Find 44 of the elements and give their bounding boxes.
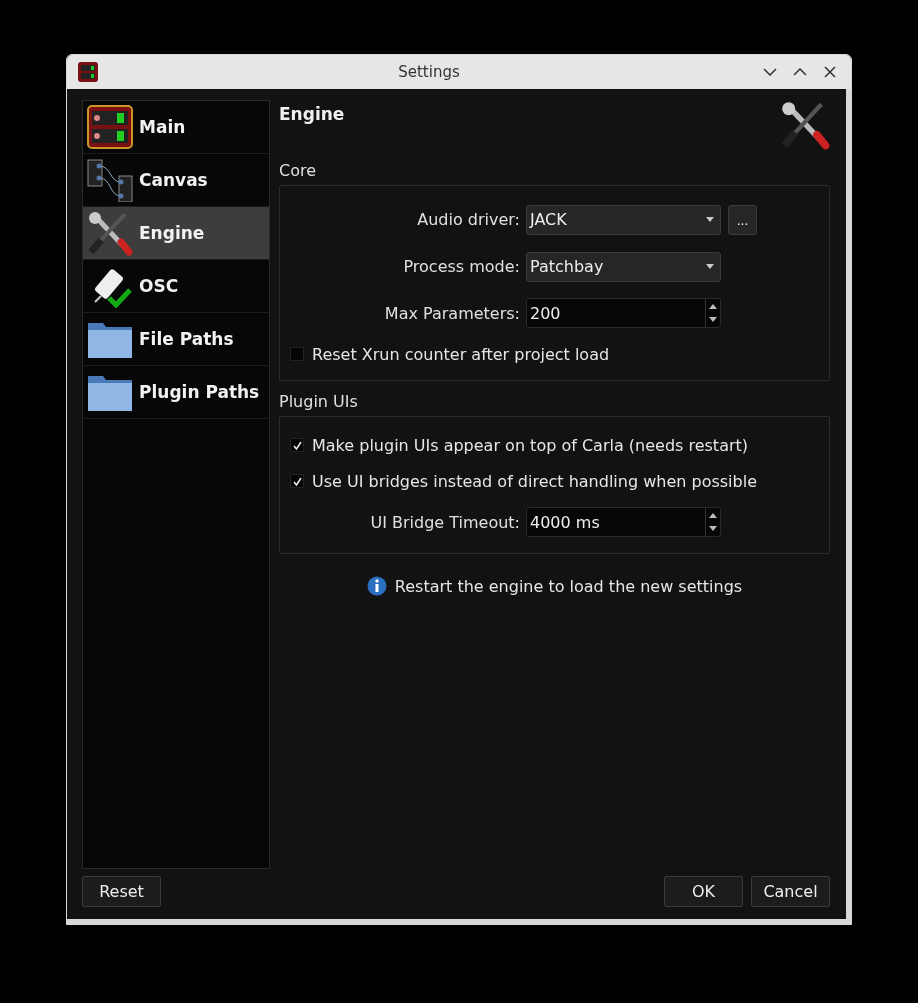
notice-text: Restart the engine to load the new settings bbox=[394, 576, 743, 596]
checkbox[interactable]: Make plugin UIs appear on top of Carla (needs restart) bbox=[290, 427, 819, 463]
field-label: Process mode: bbox=[402, 257, 520, 276]
checkbox-label: Reset Xrun counter after project load bbox=[312, 344, 610, 364]
close-icon bbox=[824, 66, 836, 78]
dialog-button[interactable]: Cancel bbox=[751, 876, 830, 907]
field-label: UI Bridge Timeout: bbox=[369, 512, 520, 532]
info-icon bbox=[366, 576, 387, 596]
checkbox-label: Use UI bridges instead of direct handling when possible bbox=[312, 471, 757, 491]
spin-arrows-icon bbox=[709, 512, 717, 532]
sidebar-item[interactable]: OSC bbox=[83, 260, 269, 313]
dropdown[interactable]: Patchbay bbox=[526, 251, 721, 282]
reset-button[interactable]: Reset bbox=[82, 876, 161, 907]
checkbox[interactable]: Reset Xrun counter after project load bbox=[290, 336, 819, 372]
spin-field[interactable]: 4000 ms bbox=[526, 507, 721, 537]
dialog-button[interactable]: OK bbox=[664, 876, 743, 907]
app-icon bbox=[77, 61, 99, 83]
sidebar-item[interactable]: Engine bbox=[83, 207, 269, 260]
chevron-down-icon bbox=[763, 68, 777, 76]
checkbox-label: Make plugin UIs appear on top of Carla (needs restart) bbox=[312, 435, 749, 455]
browse-button[interactable]: ... bbox=[728, 204, 757, 235]
checkbox-box[interactable] bbox=[290, 347, 304, 361]
checkbox-box[interactable] bbox=[290, 438, 304, 452]
caret-icon bbox=[706, 264, 714, 269]
chevron-up-icon bbox=[793, 68, 807, 76]
rack-icon bbox=[87, 105, 133, 149]
dropdown[interactable]: JACK bbox=[526, 204, 721, 235]
sidebar-item[interactable]: File Paths bbox=[83, 313, 269, 366]
field-label: Audio driver: bbox=[416, 210, 520, 229]
patch-icon bbox=[87, 158, 133, 202]
group-title: Core bbox=[279, 161, 318, 180]
checkbox-box[interactable] bbox=[290, 474, 304, 488]
checkbox[interactable]: Use UI bridges instead of direct handling when possible bbox=[290, 463, 819, 499]
tools-icon bbox=[87, 210, 133, 256]
caret-icon bbox=[706, 217, 714, 222]
sidebar-item[interactable]: Main bbox=[83, 101, 269, 154]
page-title: Engine bbox=[279, 104, 345, 124]
spin-arrows-icon bbox=[709, 303, 717, 323]
field-label: Max Parameters: bbox=[383, 303, 520, 323]
window-title: Settings bbox=[397, 63, 461, 81]
tools-icon bbox=[780, 100, 830, 150]
group-title: Plugin UIs bbox=[279, 392, 359, 411]
spin-field[interactable]: 200 bbox=[526, 298, 721, 328]
sidebar-item[interactable]: Plugin Paths bbox=[83, 366, 269, 419]
